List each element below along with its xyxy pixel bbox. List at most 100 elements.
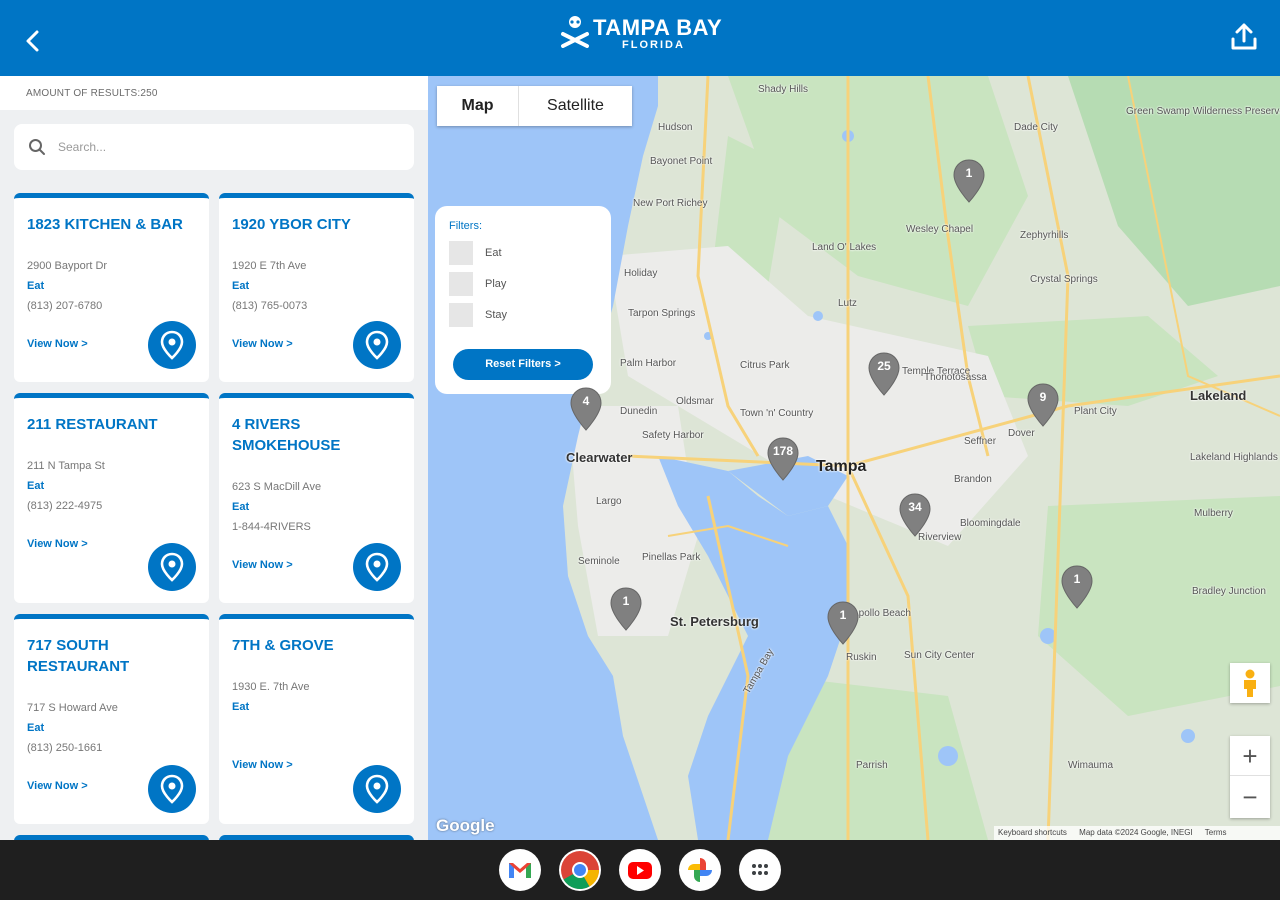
listing-card[interactable]: 1823 KITCHEN & BAR 2900 Bayport Dr Eat (… [14, 193, 209, 382]
view-now-link[interactable]: View Now > [27, 338, 88, 350]
view-now-link[interactable]: View Now > [232, 559, 293, 571]
app-launcher-button[interactable] [739, 849, 781, 891]
logo-subtitle: FLORIDA [622, 39, 685, 51]
map-label-parrish: Parrish [856, 760, 888, 771]
listing-address: 2900 Bayport Dr [27, 260, 108, 272]
listing-phone: (813) 765-0073 [232, 300, 308, 312]
filter-option-play[interactable]: Play [449, 272, 589, 296]
tampa-bay-logo[interactable]: TAMPA BAY FLORIDA [560, 12, 722, 56]
listing-phone: (813) 222-4975 [27, 500, 103, 512]
map-label-brandon: Brandon [954, 474, 992, 485]
zoom-out-button[interactable]: − [1230, 777, 1270, 817]
pegman-icon [1244, 669, 1256, 697]
filter-checkbox[interactable] [449, 272, 473, 296]
listing-name[interactable]: 717 SOUTH RESTAURANT [27, 635, 197, 677]
map-data-credit: Map data ©2024 Google, INEGI [1079, 828, 1193, 837]
cluster-pin-icon [610, 587, 642, 631]
listing-name[interactable]: 211 RESTAURANT [27, 414, 197, 435]
listing-name[interactable]: 1920 YBOR CITY [232, 214, 402, 235]
filters-panel: Filters: Eat Play Stay Reset Filters > [435, 206, 611, 394]
cluster-pin-icon [767, 437, 799, 481]
listing-card[interactable]: 211 RESTAURANT 211 N Tampa St Eat (813) … [14, 393, 209, 603]
map-type-satellite[interactable]: Satellite [519, 86, 632, 126]
map-label-green-swamp: Green Swamp Wilderness Preserve [1126, 106, 1280, 117]
show-on-map-button[interactable] [148, 543, 196, 591]
photos-app-icon[interactable] [679, 849, 721, 891]
show-on-map-button[interactable] [353, 321, 401, 369]
youtube-icon [628, 862, 652, 879]
listing-address: 717 S Howard Ave [27, 702, 118, 714]
cluster-pin-icon [827, 601, 859, 645]
chrome-icon [561, 851, 600, 890]
map-label-new-port-richey: New Port Richey [633, 198, 708, 209]
listing-card[interactable]: 7TH & GROVE 1930 E. 7th Ave Eat View Now… [219, 614, 414, 824]
results-count: AMOUNT OF RESULTS:250 [26, 88, 158, 99]
listing-category: Eat [27, 280, 45, 292]
map-label-dover: Dover [1008, 428, 1035, 439]
map-pin-icon [365, 774, 389, 804]
back-button[interactable] [18, 26, 48, 56]
show-on-map-button[interactable] [353, 765, 401, 813]
terms-link[interactable]: Terms [1205, 828, 1227, 837]
map-cluster-marker[interactable]: 178 [766, 436, 800, 482]
map-cluster-marker[interactable]: 1 [952, 158, 986, 204]
map-cluster-marker[interactable]: 25 [867, 351, 901, 397]
map-label-sun-city-center: Sun City Center [904, 650, 975, 661]
map-attribution: Keyboard shortcuts Map data ©2024 Google… [994, 826, 1280, 840]
show-on-map-button[interactable] [148, 321, 196, 369]
filter-checkbox[interactable] [449, 241, 473, 265]
street-view-pegman[interactable] [1230, 663, 1270, 703]
listing-phone: (813) 207-6780 [27, 300, 103, 312]
map-view[interactable]: Shady Hills Hudson Bayonet Point New Por… [428, 76, 1280, 840]
map-label-mulberry: Mulberry [1194, 508, 1233, 519]
cluster-count: 25 [877, 359, 891, 373]
share-button[interactable] [1230, 22, 1258, 52]
listing-address: 1920 E 7th Ave [232, 260, 307, 272]
listing-card[interactable]: 4 RIVERS SMOKEHOUSE 623 S MacDill Ave Ea… [219, 393, 414, 603]
keyboard-shortcuts-link[interactable]: Keyboard shortcuts [998, 828, 1067, 837]
chrome-app-icon[interactable] [559, 849, 601, 891]
gmail-app-icon[interactable] [499, 849, 541, 891]
listing-name[interactable]: 1823 KITCHEN & BAR [27, 214, 197, 235]
search-input[interactable] [58, 136, 388, 158]
reset-filters-button[interactable]: Reset Filters > [453, 349, 593, 380]
filter-checkbox[interactable] [449, 303, 473, 327]
map-label-hudson: Hudson [658, 122, 693, 133]
app-header: TAMPA BAY FLORIDA [0, 0, 1280, 76]
show-on-map-button[interactable] [148, 765, 196, 813]
view-now-link[interactable]: View Now > [27, 538, 88, 550]
map-cluster-marker[interactable]: 1 [609, 586, 643, 632]
map-label-thonotosassa: Thonotosassa [924, 372, 987, 383]
map-cluster-marker[interactable]: 34 [898, 492, 932, 538]
cluster-pin-icon [868, 352, 900, 396]
show-on-map-button[interactable] [353, 543, 401, 591]
filter-option-stay[interactable]: Stay [449, 303, 589, 327]
results-panel: AMOUNT OF RESULTS:250 1823 KITCHEN & BAR… [0, 76, 428, 840]
map-label-bayonet-point: Bayonet Point [650, 156, 713, 167]
listing-card[interactable]: 717 SOUTH RESTAURANT 717 S Howard Ave Ea… [14, 614, 209, 824]
youtube-app-icon[interactable] [619, 849, 661, 891]
view-now-link[interactable]: View Now > [232, 338, 293, 350]
cluster-count: 1 [1073, 572, 1081, 586]
map-cluster-marker[interactable]: 1 [1060, 564, 1094, 610]
zoom-in-button[interactable]: + [1230, 736, 1270, 776]
map-cluster-marker[interactable]: 4 [569, 386, 603, 432]
listing-phone: (813) 250-1661 [27, 742, 103, 754]
map-pin-icon [160, 774, 184, 804]
filter-label: Eat [485, 247, 502, 259]
filter-label: Play [485, 278, 507, 290]
listing-name[interactable]: 7TH & GROVE [232, 635, 402, 656]
listing-category: Eat [27, 480, 45, 492]
map-label-shady-hills: Shady Hills [758, 84, 809, 95]
filter-option-eat[interactable]: Eat [449, 241, 589, 265]
map-cluster-marker[interactable]: 1 [826, 600, 860, 646]
map-type-map[interactable]: Map [437, 86, 519, 126]
map-pin-icon [365, 552, 389, 582]
listing-name[interactable]: 4 RIVERS SMOKEHOUSE [232, 414, 402, 456]
map-cluster-marker[interactable]: 9 [1026, 382, 1060, 428]
view-now-link[interactable]: View Now > [27, 780, 88, 792]
map-label-palm-harbor: Palm Harbor [620, 358, 677, 369]
listing-card[interactable]: 1920 YBOR CITY 1920 E 7th Ave Eat (813) … [219, 193, 414, 382]
view-now-link[interactable]: View Now > [232, 759, 293, 771]
map-label-ruskin: Ruskin [846, 652, 877, 663]
